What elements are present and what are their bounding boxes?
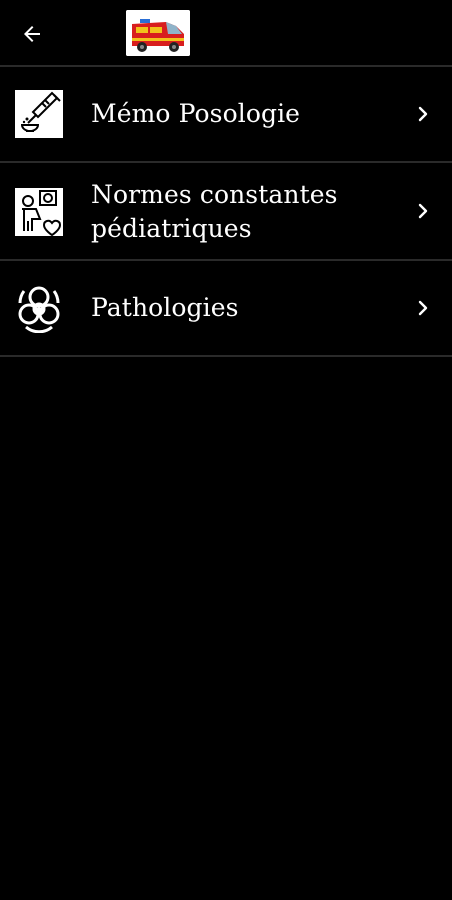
menu-item-normes-pediatriques[interactable]: Normes constantes pédiatriques xyxy=(0,163,452,259)
chevron-right-icon xyxy=(412,103,434,125)
menu-item-pathologies[interactable]: Pathologies xyxy=(0,261,452,355)
menu-item-label: Mémo Posologie xyxy=(91,99,301,128)
menu-item-label: Pathologies xyxy=(91,293,239,322)
chevron-right-icon xyxy=(412,297,434,319)
app-bar xyxy=(0,0,452,66)
back-button[interactable] xyxy=(14,16,50,52)
syringe-medication-icon xyxy=(14,89,64,139)
ambulance-logo xyxy=(126,10,190,56)
menu-item-memo-posologie[interactable]: Mémo Posologie xyxy=(0,67,452,161)
menu-item-label: Normes constantes pédiatriques xyxy=(91,180,338,243)
empty-content-area xyxy=(0,357,452,900)
pediatric-vitals-icon xyxy=(14,187,64,237)
arrow-left-icon xyxy=(24,26,40,42)
biohazard-icon xyxy=(14,283,64,333)
chevron-right-icon xyxy=(412,200,434,222)
